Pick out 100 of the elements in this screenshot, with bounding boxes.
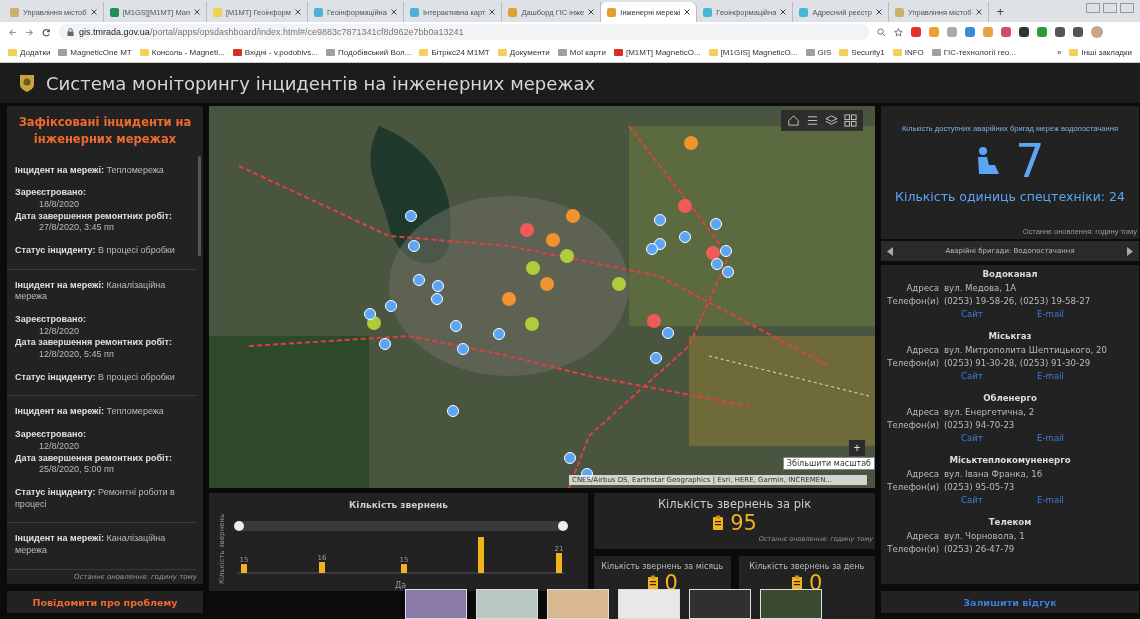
tooltip: Збільшити масштаб xyxy=(782,457,875,470)
field-label: Дата завершення ремонтних робіт: xyxy=(15,210,173,223)
bookmark-item[interactable]: Інші закладки xyxy=(1069,47,1132,57)
address-value: вул. Медова, 1А xyxy=(944,282,1018,295)
bookmark-icon xyxy=(557,48,567,56)
thumbnail[interactable] xyxy=(760,589,822,619)
kpi-value: 7 xyxy=(1015,137,1045,185)
bookmark-item[interactable]: [M1MT] MagneticO... xyxy=(613,47,701,57)
home-icon[interactable] xyxy=(787,114,800,127)
bookmark-item[interactable]: Бітрікс24 M1MT xyxy=(419,47,490,57)
tab-favicon-icon xyxy=(703,7,713,17)
email-link[interactable]: E-mail xyxy=(1037,495,1064,505)
thumbnail[interactable] xyxy=(405,589,467,619)
next-button[interactable] xyxy=(1127,246,1133,256)
new-tab-button[interactable]: + xyxy=(988,3,1013,19)
close-icon[interactable] xyxy=(588,9,595,15)
close-icon[interactable] xyxy=(194,9,200,15)
close-icon[interactable] xyxy=(975,9,982,15)
field-label: Телефон(и) xyxy=(886,295,939,308)
bookmark-item[interactable]: Додатки xyxy=(8,47,51,57)
incident-status: Статус інциденту: В процесі обробки xyxy=(15,244,176,257)
bookmark-item[interactable]: Подобівський Вол... xyxy=(326,47,412,57)
bookmark-icon xyxy=(931,48,941,56)
grid-icon[interactable] xyxy=(844,114,857,127)
bookmark-item[interactable]: MagneticOne MT xyxy=(58,47,132,57)
feedback-button[interactable]: Залишити відгук xyxy=(881,591,1139,613)
field-label: Телефон(и) xyxy=(886,419,939,432)
phone-value: (0253) 94-70-23 xyxy=(944,419,1016,432)
bookmark-item[interactable]: Security1 xyxy=(839,47,885,57)
previous-button[interactable] xyxy=(887,246,893,256)
layers-icon[interactable] xyxy=(825,114,838,127)
bookmark-item[interactable]: INFO xyxy=(892,47,924,57)
bookmark-item[interactable]: [M1GIS] MagneticO... xyxy=(708,47,798,57)
scrollbar[interactable] xyxy=(198,156,201,256)
bar xyxy=(241,564,247,573)
email-link[interactable]: E-mail xyxy=(1037,433,1064,443)
tab-favicon-icon xyxy=(508,7,518,17)
bookmark-item[interactable]: Консоль - Magneti... xyxy=(139,47,225,57)
bookmark-item[interactable]: GIS xyxy=(805,47,832,57)
thumbnail[interactable] xyxy=(618,589,680,619)
completion-date: 25/8/2020, 5:00 пп xyxy=(38,464,115,476)
more-bookmarks-button[interactable]: » xyxy=(1057,47,1062,57)
clipboard-icon xyxy=(712,515,725,531)
close-icon[interactable] xyxy=(780,9,787,15)
phone-value: (0253) 95-05-73 xyxy=(944,481,1016,494)
address-bar[interactable]: gis.tmrada.gov.ua/portal/apps/opsdashboard/index.html#/ce9883c7871341cf8d962e7bb0a13241 xyxy=(59,24,869,40)
tab-favicon-icon xyxy=(409,7,419,17)
tab-favicon-icon xyxy=(313,7,323,17)
thumbnail[interactable] xyxy=(689,589,751,619)
site-link[interactable]: Сайт xyxy=(961,371,983,381)
range-slider[interactable] xyxy=(234,521,568,531)
reload-icon[interactable] xyxy=(42,27,51,37)
axis-label: Да xyxy=(395,581,407,590)
bookmark-icon xyxy=(497,48,507,56)
close-icon[interactable] xyxy=(294,9,301,15)
zoom-in-button[interactable]: + xyxy=(849,440,865,456)
folder-icon xyxy=(1069,48,1079,56)
tab-favicon-icon xyxy=(10,7,19,17)
field-label: Адреса xyxy=(905,282,939,295)
forward-arrow-icon[interactable] xyxy=(25,27,34,37)
thumbnail[interactable] xyxy=(547,589,609,619)
bookmark-item[interactable]: Вхідні - v.podobivs... xyxy=(232,47,318,57)
list-icon[interactable] xyxy=(806,114,819,127)
phone-value: (0253) 19-58-26, (0253) 19-58-27 xyxy=(944,295,1092,308)
bookmark-item[interactable]: Мої карти xyxy=(557,47,606,57)
site-link[interactable]: Сайт xyxy=(961,309,983,319)
back-arrow-icon[interactable] xyxy=(8,27,17,37)
bookmark-item[interactable]: ГІС-технології гео... xyxy=(931,47,1016,57)
bookmark-icon xyxy=(139,48,149,56)
bookmark-icon xyxy=(613,48,623,56)
organization-name: Телеком xyxy=(987,517,1033,529)
map-drawing[interactable] xyxy=(209,106,875,488)
bookmark-icon xyxy=(708,48,718,56)
registered-date: 12/8/2020 xyxy=(38,325,81,338)
field-label: Телефон(и) xyxy=(886,543,939,556)
site-link[interactable]: Сайт xyxy=(961,433,983,443)
site-link[interactable]: Сайт xyxy=(961,495,983,505)
incident-network: Інцидент на мережі: Каналізаційна мережа xyxy=(15,279,167,303)
email-link[interactable]: E-mail xyxy=(1037,371,1064,381)
close-icon[interactable] xyxy=(876,9,882,15)
panel-title: Зафіксовані інциденти на інженерних мережах xyxy=(17,114,193,149)
close-icon[interactable] xyxy=(390,9,397,15)
bar xyxy=(401,564,407,573)
dashboard-title: Система моніторингу інцидентів на інженерних мережах xyxy=(46,72,596,94)
clipboard-icon xyxy=(791,575,804,591)
thumbnail[interactable] xyxy=(476,589,538,619)
email-link[interactable]: E-mail xyxy=(1037,309,1064,319)
kpi-title: Кількість звернень за день xyxy=(749,561,865,571)
bookmark-icon xyxy=(326,48,335,56)
close-icon[interactable] xyxy=(90,9,97,15)
incident-network: Інцидент на мережі: Каналізаційна мережа xyxy=(15,533,167,557)
search-icon[interactable] xyxy=(877,27,886,37)
address-value: вул. Івана Франка, 16 xyxy=(944,468,1044,481)
close-icon[interactable] xyxy=(684,9,691,15)
address-value: вул. Митрополита Шептицького, 20 xyxy=(944,344,1108,357)
star-icon[interactable] xyxy=(894,27,903,37)
emblem-icon xyxy=(18,73,36,93)
close-icon[interactable] xyxy=(489,9,496,15)
bookmark-item[interactable]: Документи xyxy=(497,47,550,57)
report-problem-button[interactable]: Повідомити про проблему xyxy=(7,591,203,613)
